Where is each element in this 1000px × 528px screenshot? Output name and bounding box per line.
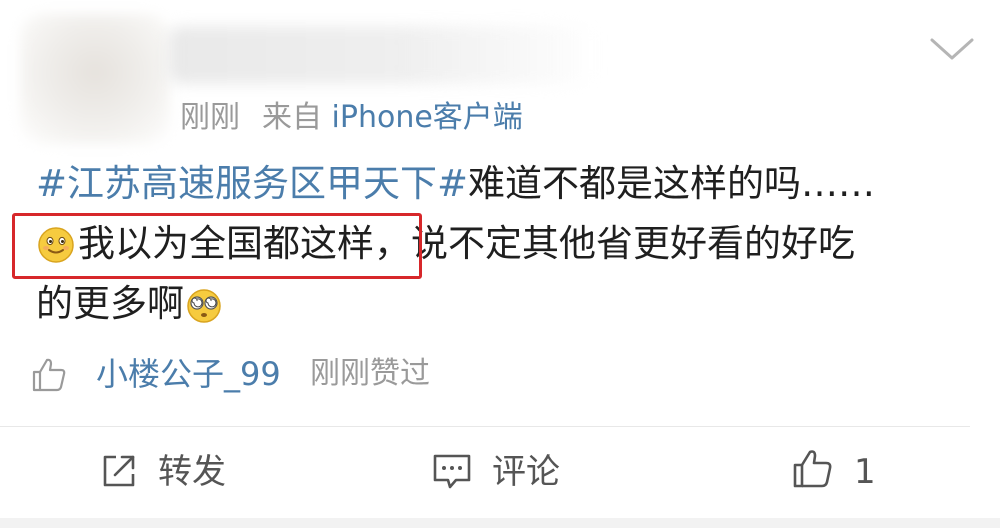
- post-text-line-3: 的更多啊: [36, 278, 226, 330]
- repost-icon: [103, 455, 135, 487]
- topic-link[interactable]: #江苏高速服务区甲天下#: [36, 162, 468, 205]
- weibo-post-card: 刚刚 来自 iPhone客户端 #江苏高速服务区甲天下#难道不都是这样的吗…… 我…: [0, 0, 1000, 528]
- liked-status: 刚刚赞过: [310, 356, 430, 391]
- card-bottom-separator: [0, 518, 1000, 528]
- liked-by-user-link[interactable]: 小楼公子_99: [96, 350, 281, 398]
- post-time: 刚刚: [180, 100, 240, 135]
- divider: [0, 426, 970, 427]
- post-text: 难道不都是这样的吗……: [468, 162, 876, 205]
- like-count: 1: [854, 452, 876, 492]
- repost-label: 转发: [158, 452, 226, 492]
- comment-label: 评论: [492, 452, 560, 492]
- post-text-line-1: #江苏高速服务区甲天下#难道不都是这样的吗……: [36, 158, 875, 210]
- comment-icon: [433, 454, 471, 489]
- thumbs-up-icon: [32, 358, 66, 392]
- avatar[interactable]: [20, 14, 170, 144]
- dizzy-eyes-emoji-icon: [187, 289, 221, 323]
- chevron-down-icon[interactable]: [928, 36, 976, 64]
- post-meta: 刚刚 来自 iPhone客户端: [180, 98, 523, 138]
- source-prefix: 来自: [262, 100, 322, 135]
- post-text: ，说不定其他省更好看的好吃: [374, 222, 855, 265]
- post-text: 的更多啊: [36, 282, 184, 325]
- username-blurred[interactable]: [168, 26, 598, 84]
- client-link[interactable]: iPhone客户端: [332, 100, 523, 135]
- red-highlight-box: [12, 213, 422, 279]
- thumbs-up-icon: [793, 450, 832, 488]
